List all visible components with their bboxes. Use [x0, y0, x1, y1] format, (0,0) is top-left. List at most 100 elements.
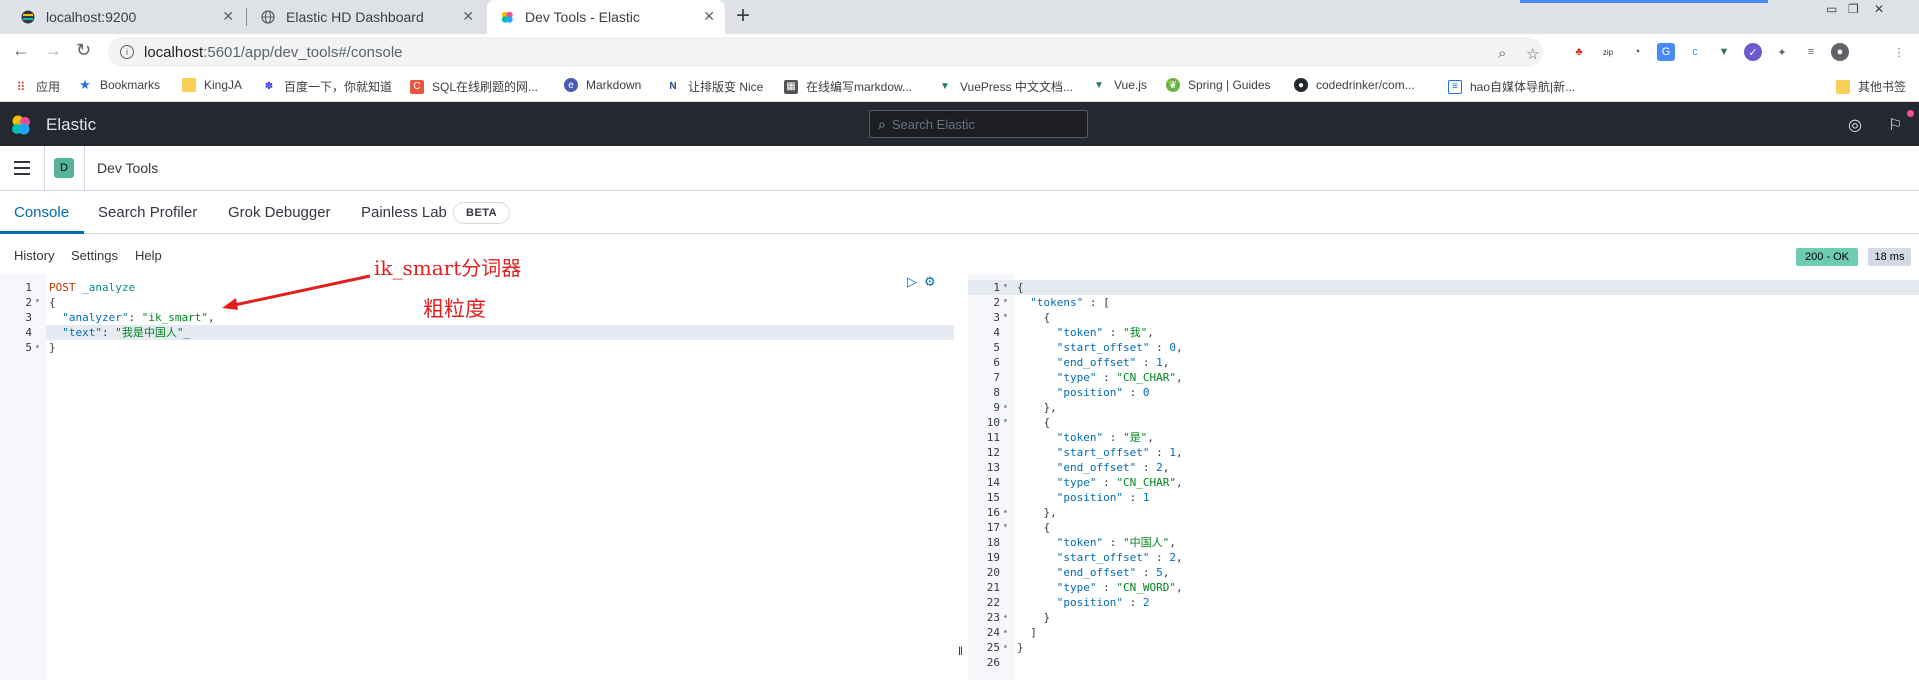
- line-number: 20: [986, 566, 1000, 579]
- line-number: 17: [986, 521, 1000, 534]
- send-request-play-icon[interactable]: ▷: [907, 274, 917, 290]
- close-tab-icon[interactable]: ✕: [462, 8, 474, 25]
- pane-resizer[interactable]: ‖: [954, 274, 968, 680]
- tab-console[interactable]: Console: [14, 204, 69, 221]
- page-icon: ≡: [1448, 79, 1462, 94]
- bookmark-label: 在线编写markdow...: [806, 80, 913, 94]
- bookmark-vuejs[interactable]: ▼ Vue.js: [1092, 78, 1147, 92]
- extension-tree-icon[interactable]: ♣: [1570, 43, 1588, 61]
- minimize-window-icon[interactable]: ▭: [1826, 2, 1837, 16]
- extensions-puzzle-icon[interactable]: ✦: [1773, 43, 1791, 61]
- annotation-title: ik_smart分词器: [374, 256, 522, 280]
- close-window-icon[interactable]: ✕: [1874, 2, 1884, 16]
- code-token: ,: [1162, 461, 1170, 474]
- bookmark-vuepress[interactable]: ▼ VuePress 中文文档...: [938, 78, 1073, 95]
- extension-c-icon[interactable]: c: [1686, 43, 1704, 61]
- wrench-settings-icon[interactable]: ⚙: [924, 274, 936, 290]
- tab-title: localhost:9200: [46, 9, 137, 25]
- back-arrow-icon[interactable]: ←: [12, 40, 30, 61]
- new-tab-icon[interactable]: +: [736, 2, 750, 30]
- bookmark-nice[interactable]: N 让排版变 Nice: [666, 78, 763, 95]
- browser-tab-localhost[interactable]: localhost:9200 ✕: [8, 0, 244, 34]
- tab-grok-debugger[interactable]: Grok Debugger: [228, 204, 331, 221]
- bookmark-kingja[interactable]: KingJA: [182, 78, 242, 92]
- kibana-header: Elastic ⌕ Search Elastic ◎ ⚐: [0, 102, 1919, 146]
- restore-window-icon[interactable]: ❐: [1848, 2, 1859, 16]
- newsfeed-icon[interactable]: ⚐: [1888, 115, 1902, 135]
- reading-list-icon[interactable]: ≡: [1802, 43, 1820, 61]
- line-number: 2: [993, 296, 1000, 309]
- bookmark-spring[interactable]: ❦ Spring | Guides: [1166, 78, 1271, 92]
- line-number: 15: [986, 491, 1000, 504]
- extension-clock-icon[interactable]: ◔: [1628, 43, 1646, 61]
- fold-close-icon[interactable]: ▴: [1003, 506, 1008, 515]
- kibana-brand[interactable]: Elastic: [46, 115, 96, 135]
- bookmark-sql[interactable]: C SQL在线刷题的网...: [410, 78, 538, 95]
- extension-check-icon[interactable]: ✓: [1744, 43, 1762, 61]
- extension-translate-icon[interactable]: G: [1657, 43, 1675, 61]
- bookmark-bookmarks[interactable]: ★ Bookmarks: [78, 77, 160, 92]
- settings-link[interactable]: Settings: [71, 248, 118, 263]
- fold-open-icon[interactable]: ▾: [1003, 296, 1008, 305]
- line-number: 2: [25, 296, 32, 309]
- browser-tab-dev-tools[interactable]: Dev Tools - Elastic ✕: [487, 0, 725, 34]
- fold-open-icon[interactable]: ▾: [35, 296, 40, 305]
- fold-close-icon[interactable]: ▴: [35, 341, 40, 350]
- address-bar[interactable]: i localhost:5601/app/dev_tools#/console …: [108, 37, 1543, 67]
- fold-open-icon[interactable]: ▾: [1003, 521, 1008, 530]
- divider: [44, 146, 45, 191]
- menu-hamburger-icon[interactable]: [14, 161, 30, 175]
- response-editor[interactable]: 1 ▾{2 ▾ "tokens" : [3 ▾ {4 "token" : "我", 5 …: [968, 274, 1919, 680]
- site-info-icon[interactable]: i: [120, 45, 134, 59]
- bookmark-github[interactable]: ● codedrinker/com...: [1294, 78, 1415, 92]
- fold-open-icon[interactable]: ▾: [1003, 311, 1008, 320]
- global-search-input[interactable]: ⌕ Search Elastic: [869, 110, 1088, 138]
- browser-menu-icon[interactable]: ⋮: [1890, 43, 1908, 61]
- fold-open-icon[interactable]: ▾: [1003, 416, 1008, 425]
- line-number: 6: [993, 356, 1000, 369]
- code-line: "position" : 0: [1017, 385, 1150, 400]
- folder-icon: [1836, 79, 1850, 94]
- extension-vue-icon[interactable]: ▼: [1715, 43, 1733, 61]
- close-tab-icon[interactable]: ✕: [222, 8, 234, 25]
- bookmark-markdown[interactable]: e Markdown: [564, 78, 641, 92]
- reload-icon[interactable]: ↻: [76, 40, 91, 61]
- extension-gitzip-icon[interactable]: zip: [1599, 43, 1617, 61]
- space-avatar[interactable]: D: [54, 158, 74, 178]
- help-link[interactable]: Help: [135, 248, 162, 263]
- code-token: "start_offset": [1056, 446, 1150, 459]
- bookmark-other[interactable]: 其他书签: [1836, 78, 1906, 95]
- close-tab-icon[interactable]: ✕: [703, 8, 715, 25]
- zoom-icon[interactable]: ⌕: [1498, 45, 1506, 62]
- bookmark-baidu[interactable]: ✽ 百度一下，你就知道: [262, 78, 392, 95]
- help-menu-icon[interactable]: ◎: [1848, 115, 1862, 135]
- tab-painless-lab[interactable]: Painless Lab: [361, 204, 447, 221]
- fold-close-icon[interactable]: ▴: [1003, 641, 1008, 650]
- bookmark-label: 应用: [36, 80, 61, 94]
- tab-search-profiler[interactable]: Search Profiler: [98, 204, 197, 221]
- line-number: 21: [986, 581, 1000, 594]
- bookmark-apps[interactable]: ⠿ 应用: [14, 78, 60, 95]
- bookmark-online-markdown[interactable]: ▦ 在线编写markdow...: [784, 78, 912, 95]
- fold-close-icon[interactable]: ▴: [1003, 626, 1008, 635]
- request-editor[interactable]: 1 POST _analyze 2 ▾ {3 "analyzer": "ik_smart…: [0, 274, 954, 680]
- divider: [84, 146, 85, 191]
- code-token: ,: [1175, 371, 1183, 384]
- browser-tab-elastic-hd[interactable]: Elastic HD Dashboard ✕: [248, 0, 484, 34]
- fold-close-icon[interactable]: ▴: [1003, 611, 1008, 620]
- folder-icon: [182, 78, 196, 92]
- bookmark-hao[interactable]: ≡ hao自媒体导航|新...: [1448, 78, 1575, 95]
- resize-grip-icon[interactable]: ‖: [958, 644, 963, 658]
- response-time-badge: 18 ms: [1868, 248, 1911, 266]
- profile-avatar-icon[interactable]: ●: [1831, 43, 1849, 61]
- bookmark-label: Spring | Guides: [1188, 78, 1271, 92]
- fold-close-icon[interactable]: ▴: [1003, 401, 1008, 410]
- elastic-logo-icon[interactable]: [10, 114, 32, 136]
- bookmark-star-icon[interactable]: ☆: [1526, 45, 1539, 63]
- notification-dot: [1907, 110, 1914, 117]
- fold-open-icon[interactable]: ▾: [1003, 281, 1008, 290]
- history-link[interactable]: History: [14, 248, 54, 263]
- forward-arrow-icon[interactable]: →: [44, 40, 62, 61]
